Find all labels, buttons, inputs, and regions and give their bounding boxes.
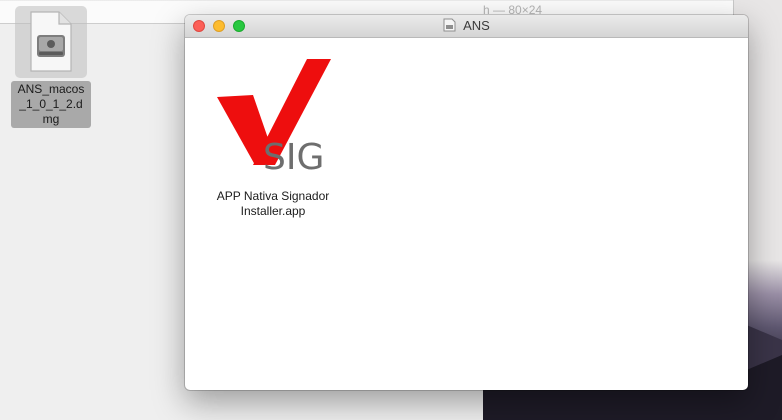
finder-item-app[interactable]: SIG APP Nativa Signador Installer.app bbox=[209, 55, 337, 219]
finder-item-label: APP Nativa Signador Installer.app bbox=[216, 189, 330, 218]
disk-image-icon bbox=[443, 18, 456, 32]
finder-window[interactable]: ANS SIG APP Nativa Signador Installer.ap… bbox=[185, 15, 748, 390]
desktop-dmg-label: ANS_macos_1_0_1_2.dmg bbox=[11, 81, 91, 128]
window-title: ANS bbox=[185, 18, 748, 33]
window-title-text: ANS bbox=[463, 18, 490, 33]
desktop-dmg-file[interactable]: ANS_macos_1_0_1_2.dmg bbox=[8, 6, 94, 128]
vsig-app-icon[interactable]: SIG bbox=[209, 55, 337, 183]
finder-titlebar[interactable]: ANS bbox=[185, 15, 748, 38]
app-icon-text: SIG bbox=[263, 137, 324, 178]
disk-image-icon[interactable] bbox=[15, 6, 87, 78]
